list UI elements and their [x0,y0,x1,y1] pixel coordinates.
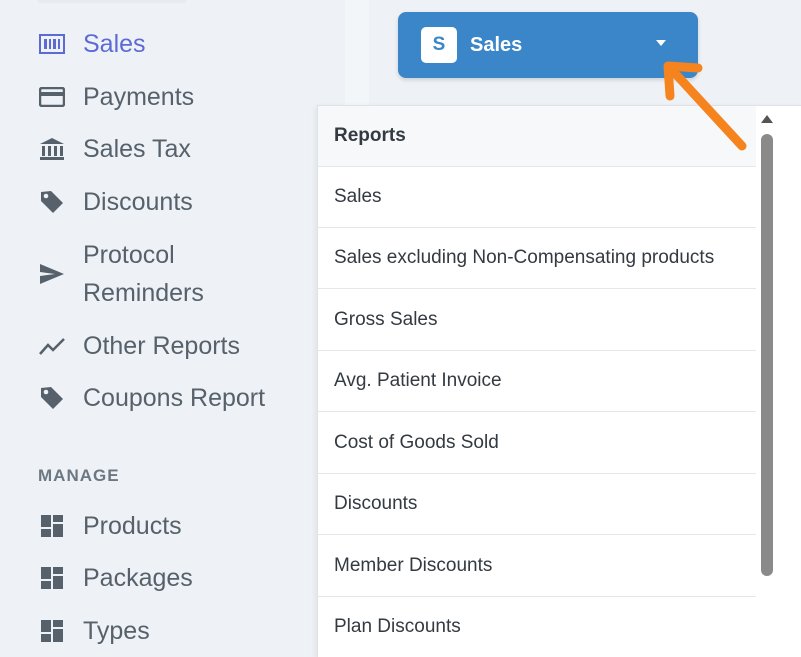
sidebar-item-label: Types [83,617,150,645]
dashboard-icon [38,512,66,540]
sidebar-item-label: Other Reports [83,332,241,360]
reports-dropdown-menu: Reports Sales Sales excluding Non-Compen… [317,105,801,657]
menu-item-cost-of-goods-sold[interactable]: Cost of Goods Sold [318,413,756,474]
credit-card-icon [38,83,66,111]
sidebar-item-label-line2: Reminders [83,279,204,307]
menu-item-sales-excluding-non-compensating[interactable]: Sales excluding Non-Compensating product… [318,228,756,289]
sidebar-item-label: Sales [83,30,146,58]
sidebar-item-label: Discounts [83,188,193,216]
sidebar-item-label: Sales Tax [83,135,191,163]
tag-icon [38,188,66,216]
bank-icon [38,135,66,163]
sales-dropdown-label: Sales [470,33,523,56]
sidebar-item-sales[interactable]: Sales [38,25,146,63]
sales-dropdown-button[interactable]: S Sales [398,12,698,78]
sidebar: Sales Payments Sales Tax Discounts Proto… [0,0,345,656]
dashboard-icon [38,564,66,592]
sidebar-item-label-group: Protocol Reminders [83,236,204,312]
send-icon [38,260,66,288]
sidebar-item-protocol-reminders[interactable]: Protocol Reminders [38,236,204,312]
sidebar-item-sales-tax[interactable]: Sales Tax [38,130,191,168]
menu-item-member-discounts[interactable]: Member Discounts [318,536,756,597]
sales-badge: S [421,27,457,63]
sidebar-item-payments[interactable]: Payments [38,78,194,116]
sidebar-top-divider [38,0,186,3]
manage-section-heading: MANAGE [38,466,120,485]
trend-line-icon [38,332,66,360]
menu-item-plan-discounts[interactable]: Plan Discounts [318,597,756,657]
sidebar-item-packages[interactable]: Packages [38,559,193,597]
menu-item-discounts[interactable]: Discounts [318,474,756,535]
sidebar-item-coupons-report[interactable]: Coupons Report [38,379,265,417]
sidebar-item-types[interactable]: Types [38,612,150,650]
sidebar-item-label: Coupons Report [83,384,266,412]
dashboard-icon [38,617,66,645]
tag-icon [38,384,66,412]
cash-register-icon [38,30,66,58]
sidebar-item-label: Protocol [83,241,175,269]
menu-header: Reports [318,106,756,167]
caret-down-icon [656,40,666,46]
sidebar-item-label: Payments [83,83,195,111]
scroll-up-arrow-icon[interactable] [761,115,773,123]
scrollbar-thumb[interactable] [761,134,773,576]
menu-item-sales[interactable]: Sales [318,167,756,228]
sidebar-item-other-reports[interactable]: Other Reports [38,327,240,365]
sidebar-item-products[interactable]: Products [38,507,182,545]
sidebar-item-discounts[interactable]: Discounts [38,183,193,221]
menu-item-gross-sales[interactable]: Gross Sales [318,290,756,351]
menu-item-avg-patient-invoice[interactable]: Avg. Patient Invoice [318,351,756,412]
sidebar-item-label: Packages [83,564,193,592]
sidebar-item-label: Products [83,512,182,540]
